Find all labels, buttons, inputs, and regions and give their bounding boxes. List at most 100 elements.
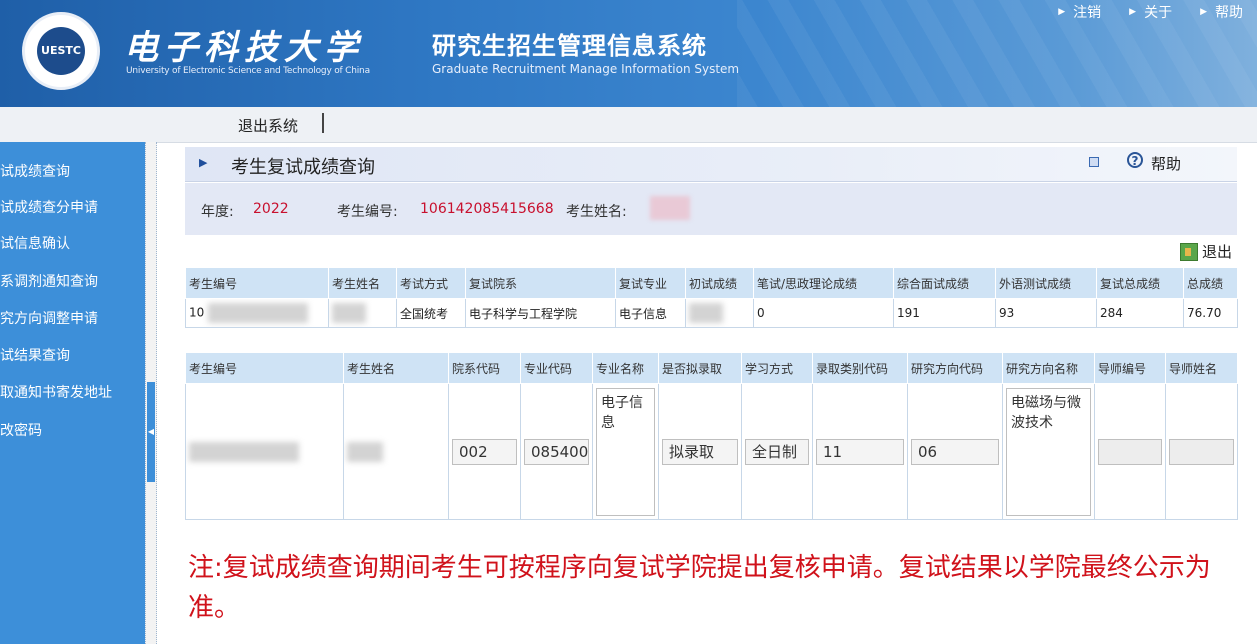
- retest-score-table: 考生编号 考生姓名 考试方式 复试院系 复试专业 初试成绩 笔试/思政理论成绩 …: [185, 267, 1238, 328]
- help-top-link[interactable]: ▶ 帮助: [1200, 2, 1243, 22]
- col-header: 综合面试成绩: [893, 267, 996, 299]
- candidate-info-bar: 年度: 2022 考生编号: 106142085415668 考生姓名:: [185, 183, 1237, 235]
- col-header: 初试成绩: [685, 267, 754, 299]
- col-header: 学习方式: [741, 352, 813, 384]
- advisor-name-cell: [1165, 383, 1238, 520]
- major-cell: 电子信息: [615, 298, 686, 328]
- university-logo: UESTC: [22, 12, 100, 90]
- col-header: 专业代码: [520, 352, 593, 384]
- major-name-cell: 电子信息: [592, 383, 659, 520]
- header-banner: UESTC 电子科技大学 University of Electronic Sc…: [0, 0, 1257, 107]
- interview-score-cell: 191: [893, 298, 996, 328]
- name-label: 考生姓名:: [566, 204, 627, 220]
- department-cell: 电子科学与工程学院: [465, 298, 616, 328]
- direction-name-field[interactable]: 电磁场与微波技术: [1006, 387, 1091, 516]
- redacted-block: [332, 303, 366, 323]
- table-header-row: 考生编号 考生姓名 院系代码 专业代码 专业名称 是否拟录取 学习方式 录取类别…: [185, 352, 1238, 384]
- admit-status-field[interactable]: 拟录取: [662, 438, 738, 465]
- admission-table: 考生编号 考生姓名 院系代码 专业代码 专业名称 是否拟录取 学习方式 录取类别…: [185, 352, 1238, 520]
- col-header: 考生姓名: [328, 267, 397, 299]
- col-header: 复试总成绩: [1096, 267, 1184, 299]
- table-row: 002 085400 电子信息 拟录取 全日制 11 06 电磁场与微波技术: [185, 383, 1238, 520]
- university-name-en: University of Electronic Science and Tec…: [126, 66, 370, 76]
- col-header: 研究方向名称: [1002, 352, 1095, 384]
- toolbar-separator: [322, 113, 324, 133]
- sidebar-item-score-review[interactable]: 试成绩查分申请: [0, 190, 145, 226]
- major-name-field[interactable]: 电子信息: [596, 387, 655, 516]
- advisor-no-field[interactable]: [1098, 438, 1162, 465]
- year-label: 年度:: [201, 204, 234, 220]
- sidebar-item-retest-info[interactable]: 试信息确认: [0, 226, 145, 262]
- redacted-block: [347, 441, 383, 462]
- exam-mode-cell: 全国统考: [396, 298, 466, 328]
- about-label: 关于: [1144, 5, 1173, 21]
- exam-no-label: 考生编号:: [337, 204, 398, 220]
- sidebar-item-retest-score[interactable]: 试成绩查询: [0, 154, 145, 190]
- exit-door-icon: [1180, 242, 1198, 261]
- table-row: 10 全国统考 电子科学与工程学院 电子信息 0 191 93 284 76.7…: [185, 298, 1238, 328]
- study-mode-field[interactable]: 全日制: [745, 438, 809, 465]
- help-icon[interactable]: ?: [1127, 152, 1143, 168]
- exit-system-link[interactable]: 退出系统: [238, 115, 298, 136]
- panel-title-bar: ▶ 考生复试成绩查询 ? 帮助: [185, 147, 1237, 182]
- exam-no-cell: [185, 383, 344, 520]
- sidebar: 试成绩查询 试成绩查分申请 试信息确认 系调剂通知查询 究方向调整申请 试结果查…: [0, 142, 145, 644]
- exit-button[interactable]: 退出: [1180, 241, 1232, 262]
- triangle-right-icon: ▶: [1058, 7, 1066, 17]
- triangle-right-icon: ▶: [1129, 7, 1137, 17]
- minimize-icon[interactable]: [1089, 157, 1099, 167]
- logo-text: UESTC: [37, 27, 85, 75]
- col-header: 复试专业: [615, 267, 686, 299]
- about-link[interactable]: ▶ 关于: [1129, 2, 1172, 22]
- col-header: 考生姓名: [343, 352, 449, 384]
- logout-label: 注销: [1073, 5, 1102, 21]
- review-notice: 注:复试成绩查询期间考生可按程序向复试学院提出复核申请。复试结果以学院最终公示为…: [188, 553, 1211, 623]
- retest-total-cell: 284: [1096, 298, 1184, 328]
- col-header: 导师姓名: [1165, 352, 1238, 384]
- col-header: 考生编号: [185, 352, 344, 384]
- col-header: 录取类别代码: [812, 352, 908, 384]
- category-code-cell: 11: [812, 383, 908, 520]
- foreign-lang-score-cell: 93: [995, 298, 1097, 328]
- direction-name-cell: 电磁场与微波技术: [1002, 383, 1095, 520]
- major-code-cell: 085400: [520, 383, 593, 520]
- direction-code-cell: 06: [907, 383, 1003, 520]
- dept-code-field[interactable]: 002: [452, 438, 517, 465]
- toolbar: 退出系统: [0, 107, 1257, 143]
- sidebar-item-retest-result[interactable]: 试结果查询: [0, 338, 145, 374]
- study-mode-cell: 全日制: [741, 383, 813, 520]
- advisor-no-cell: [1094, 383, 1166, 520]
- sidebar-item-transfer-notice[interactable]: 系调剂通知查询: [0, 264, 145, 300]
- advisor-name-field[interactable]: [1169, 438, 1234, 465]
- col-header: 研究方向代码: [907, 352, 1003, 384]
- col-header: 专业名称: [592, 352, 659, 384]
- col-header: 总成绩: [1183, 267, 1238, 299]
- help-top-label: 帮助: [1215, 5, 1243, 21]
- redacted-block: [189, 441, 299, 462]
- col-header: 导师编号: [1094, 352, 1166, 384]
- exit-button-label: 退出: [1202, 243, 1233, 261]
- major-code-field[interactable]: 085400: [524, 438, 589, 465]
- dept-code-cell: 002: [448, 383, 521, 520]
- col-header: 外语测试成绩: [995, 267, 1097, 299]
- name-cell: [328, 298, 397, 328]
- exam-no-cell: 10: [185, 298, 329, 328]
- help-link[interactable]: 帮助: [1151, 153, 1181, 174]
- name-value-redacted: [650, 196, 690, 220]
- col-header: 院系代码: [448, 352, 521, 384]
- sidebar-item-change-password[interactable]: 改密码: [0, 413, 145, 449]
- admit-status-cell: 拟录取: [658, 383, 742, 520]
- col-header: 考试方式: [396, 267, 466, 299]
- direction-code-field[interactable]: 06: [911, 438, 999, 465]
- redacted-block: [689, 303, 723, 323]
- collapse-sidebar-handle[interactable]: ◀: [147, 382, 155, 482]
- sidebar-item-mail-address[interactable]: 取通知书寄发地址: [0, 375, 145, 411]
- total-score-cell: 76.70: [1183, 298, 1238, 328]
- university-name-cn: 电子科技大学: [124, 28, 364, 68]
- redacted-block: [208, 303, 309, 323]
- system-title-cn: 研究生招生管理信息系统: [432, 32, 707, 60]
- sidebar-item-direction-adjust[interactable]: 究方向调整申请: [0, 301, 145, 337]
- category-code-field[interactable]: 11: [816, 438, 904, 465]
- logout-link[interactable]: ▶ 注销: [1058, 2, 1101, 22]
- top-nav: ▶ 注销 ▶ 关于 ▶ 帮助: [1058, 2, 1243, 22]
